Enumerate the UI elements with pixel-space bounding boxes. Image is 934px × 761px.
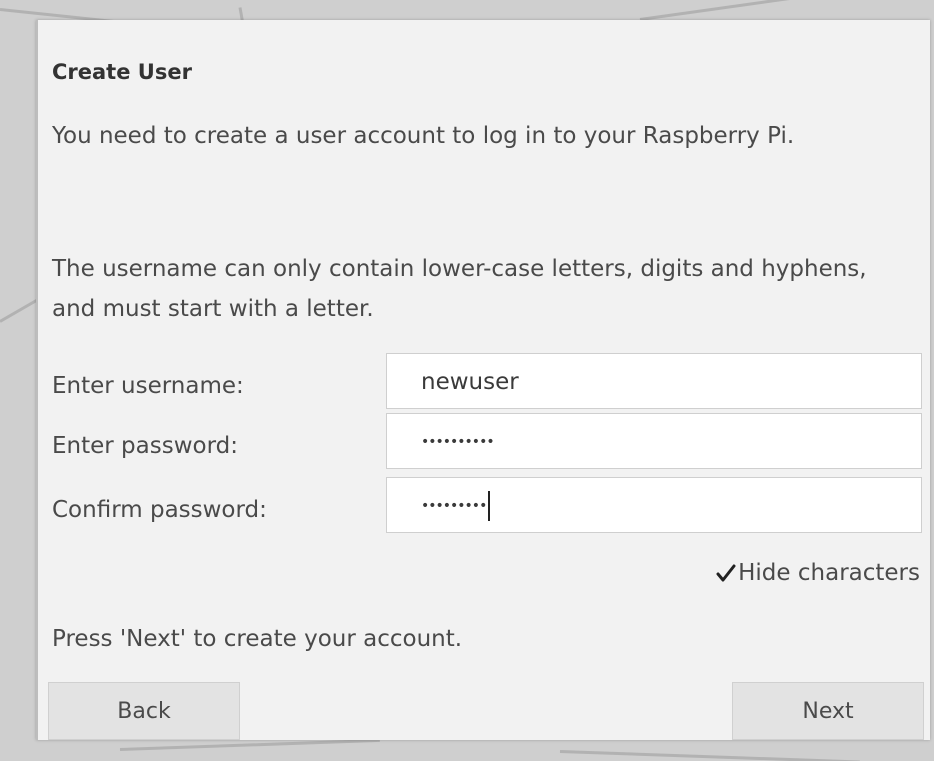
background-streak [559,750,860,761]
username-label: Enter username: [52,373,244,399]
password-label: Enter password: [52,433,238,459]
username-rules-text: The username can only contain lower-case… [52,256,867,322]
dialog-title: Create User [52,60,192,84]
password-value: •••••••••• [421,434,495,450]
password-input[interactable]: •••••••••• [386,413,922,469]
hide-characters-label: Hide characters [738,560,920,586]
hide-characters-checkbox[interactable]: Hide characters [716,560,920,586]
back-button[interactable]: Back [48,682,240,740]
confirm-password-input[interactable]: ••••••••• [386,477,922,533]
username-input[interactable]: newuser [386,353,922,409]
background-streak [119,738,380,751]
next-button-label: Next [802,698,854,724]
intro-text: You need to create a user account to log… [52,123,795,149]
next-button[interactable]: Next [732,682,924,740]
confirm-password-label: Confirm password: [52,497,267,523]
confirm-password-value: ••••••••• [421,498,487,514]
next-info-text: Press 'Next' to create your account. [52,626,463,652]
desktop-background: Create User You need to create a user ac… [0,0,934,761]
background-streak [639,0,839,21]
username-value: newuser [421,369,519,395]
back-button-label: Back [117,698,171,724]
text-cursor [488,491,491,521]
create-user-dialog: Create User You need to create a user ac… [36,20,930,740]
check-mark-icon [716,564,736,582]
